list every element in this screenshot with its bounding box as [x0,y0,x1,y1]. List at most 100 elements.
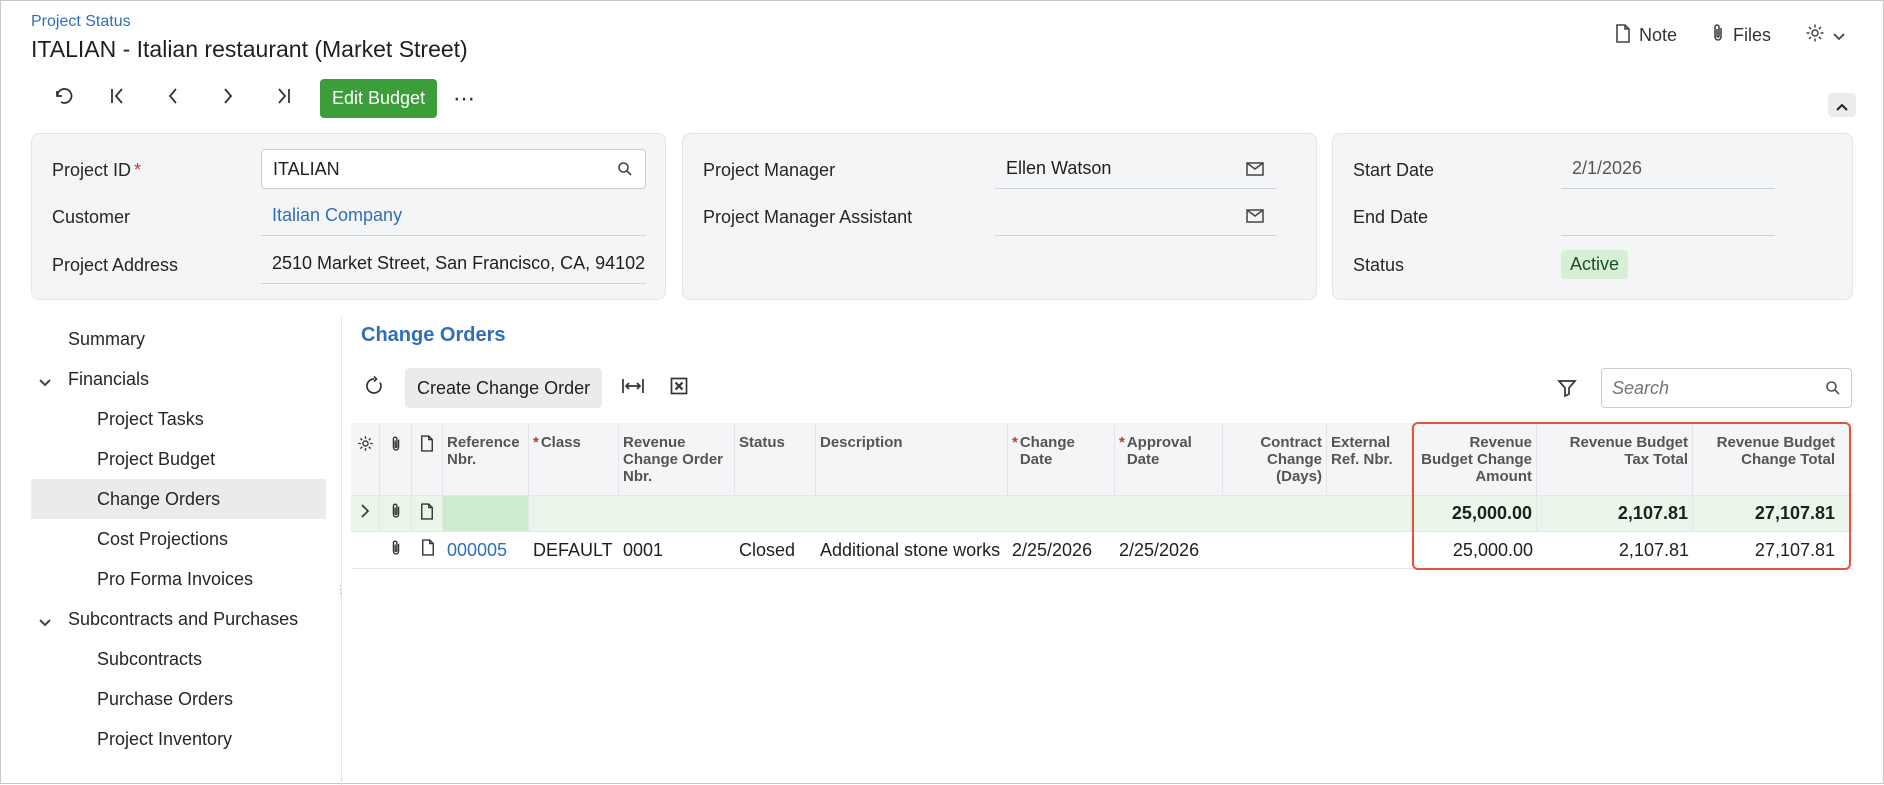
expand-row-button[interactable] [351,496,380,531]
reference-nbr-link[interactable]: 000005 [447,540,507,561]
sidebar-nav: Summary Financials Project Tasks Project… [31,319,326,759]
project-address-field[interactable]: 2510 Market Street, San Francisco, CA, 9… [261,244,646,284]
end-date-field[interactable] [1561,196,1775,236]
refresh-button[interactable] [359,375,389,401]
splitter-handle[interactable]: · · · [339,581,343,599]
column-header-revenue-change-order-nbr[interactable]: Revenue Change Order Nbr. [619,423,735,495]
files-button[interactable]: Files [1711,23,1771,48]
start-date-field[interactable]: 2/1/2026 [1561,149,1775,189]
sidebar-item-label: Subcontracts and Purchases [68,608,299,629]
column-header-approval-date[interactable]: * Approval Date [1115,423,1223,495]
column-header-revenue-budget-change-total[interactable]: Revenue Budget Change Total [1693,423,1839,495]
project-id-field[interactable]: ITALIAN [261,149,646,189]
column-header-contract-change-days[interactable]: Contract Change (Days) [1223,423,1327,495]
sidebar-item-label: Summary [68,328,146,349]
note-cell[interactable] [412,496,443,531]
last-icon [274,87,292,110]
sidebar-item-summary[interactable]: Summary [31,319,326,359]
settings-menu-button[interactable] [1805,23,1845,48]
revenue-budget-change-total-cell: 27,107.81 [1754,539,1835,560]
revenue-budget-tax-total-cell: 2,107.81 [1618,539,1689,560]
sidebar-item-purchase-orders[interactable]: Purchase Orders [31,679,326,719]
sidebar-group-subcontracts-purchases[interactable]: Subcontracts and Purchases [31,599,326,639]
record-toolbar: Edit Budget ⋯ [35,79,476,118]
column-header-label: Approval Date [1126,434,1192,468]
column-header-status[interactable]: Status [735,423,816,495]
note-cell[interactable] [412,532,443,568]
chevron-down-icon[interactable] [39,371,51,392]
fit-columns-button[interactable] [618,377,648,400]
summary-ref-cell [443,496,529,531]
filter-icon [1557,380,1577,402]
mail-icon[interactable] [1246,160,1264,181]
project-manager-field[interactable]: Ellen Watson [995,149,1276,189]
refresh-icon [364,375,384,401]
end-date-label: End Date [1353,207,1429,227]
column-header-external-ref-nbr[interactable]: External Ref. Nbr. [1327,423,1412,495]
mail-icon[interactable] [1246,207,1264,228]
chevron-right-icon [221,87,235,110]
sidebar-item-subcontracts[interactable]: Subcontracts [31,639,326,679]
sidebar-divider [341,317,342,785]
sidebar-item-pro-forma-invoices[interactable]: Pro Forma Invoices [31,559,326,599]
sidebar-item-project-budget[interactable]: Project Budget [31,439,326,479]
search-icon[interactable] [617,161,633,182]
column-header-reference-nbr[interactable]: Reference Nbr. [443,423,529,495]
first-record-button[interactable] [90,80,145,118]
summary-empty-cell [1115,496,1223,531]
note-button[interactable]: Note [1615,23,1677,48]
sidebar-item-project-tasks[interactable]: Project Tasks [31,399,326,439]
column-header-revenue-budget-tax-total[interactable]: Revenue Budget Tax Total [1537,423,1693,495]
chevron-down-icon[interactable] [39,611,51,632]
note-label: Note [1638,25,1677,45]
more-actions-button[interactable]: ⋯ [453,86,476,112]
table-row[interactable]: 000005 DEFAULT 0001 Closed Additional st… [351,532,1853,569]
search-icon[interactable] [1825,380,1841,401]
sidebar-group-financials[interactable]: Financials [31,359,326,399]
status-badge: Active [1561,249,1629,279]
sidebar-item-change-orders[interactable]: Change Orders [31,479,326,519]
column-header-change-date[interactable]: * Change Date [1008,423,1115,495]
column-header-label: Class [540,434,581,451]
description-cell: Additional stone works [820,539,1001,560]
column-header-description[interactable]: Description [816,423,1008,495]
approval-date-cell: 2/25/2026 [1119,539,1200,560]
create-change-order-button[interactable]: Create Change Order [405,368,603,408]
sidebar-item-project-inventory[interactable]: Project Inventory [31,719,326,759]
next-record-button[interactable] [200,80,255,118]
search-input[interactable] [1612,377,1812,399]
note-icon [421,539,435,561]
sidebar-item-cost-projections[interactable]: Cost Projections [31,519,326,559]
breadcrumb[interactable]: Project Status [31,13,131,31]
gear-icon [357,435,374,456]
sidebar-item-label: Pro Forma Invoices [97,568,254,589]
column-header-class[interactable]: * Class [529,423,619,495]
summary-empty-cell [1327,496,1412,531]
project-manager-assistant-field[interactable] [995,196,1276,236]
filter-button[interactable] [1557,378,1577,403]
grid-settings-button[interactable] [351,423,380,495]
reference-nbr-cell: 000005 [443,532,529,568]
attachment-cell[interactable] [380,496,412,531]
export-excel-button[interactable] [664,377,694,400]
gear-icon [1805,23,1825,48]
summary-empty-cell [529,496,619,531]
column-header-revenue-budget-change-amount[interactable]: Revenue Budget Change Amount [1412,423,1537,495]
previous-record-button[interactable] [145,80,200,118]
customer-link[interactable]: Italian Company [272,205,402,226]
column-header-label: Change Date [1019,434,1075,468]
row-selector-cell[interactable] [351,532,380,568]
first-icon [109,87,127,110]
undo-button[interactable] [35,80,90,118]
collapse-header-button[interactable] [1828,93,1856,117]
last-record-button[interactable] [255,80,310,118]
project-info-card: Project ID * ITALIAN Customer Italian Com… [31,133,666,300]
search-field[interactable] [1601,368,1852,408]
attachment-cell[interactable] [380,532,412,568]
summary-revenue-budget-change-total: 27,107.81 [1754,503,1835,523]
paperclip-icon [1711,23,1725,48]
edit-budget-button[interactable]: Edit Budget [320,79,438,118]
excel-icon [670,377,688,400]
revenue-budget-change-amount-cell: 25,000.00 [1452,539,1533,560]
class-cell: DEFAULT [533,539,613,560]
